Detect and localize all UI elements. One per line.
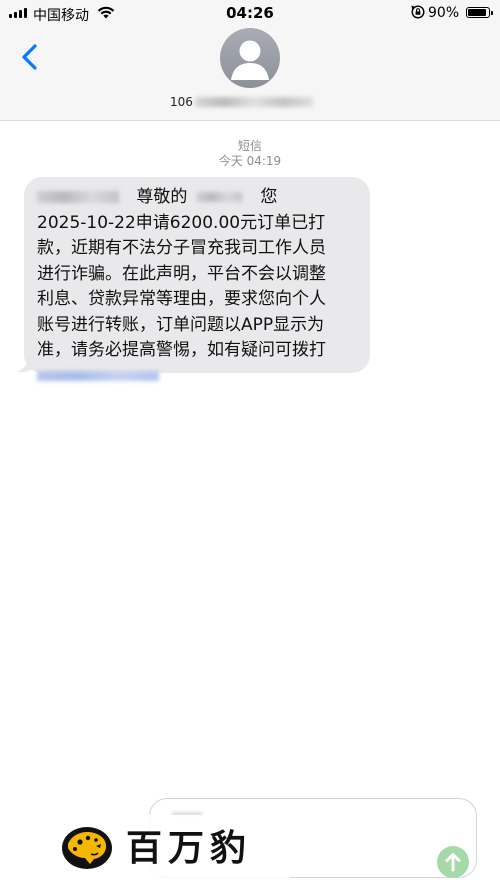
person-icon [231,40,269,80]
bubble-tail [17,352,36,373]
rotation-lock-icon [411,5,425,23]
clock: 04:26 [226,4,274,22]
leopard-logo-icon [60,824,116,872]
watermark-text: 百万豹 [126,827,253,869]
arrow-up-icon [445,853,461,872]
contact-avatar[interactable] [220,28,280,88]
redacted-number [194,97,313,107]
battery-percentage: 90% [428,5,460,21]
message-greeting: 尊敬的 [136,187,188,207]
redacted-sender [37,191,119,203]
message-line-1: 尊敬的 您 [37,185,367,211]
contact-number[interactable]: 106 [170,94,330,110]
chevron-left-icon [22,44,37,70]
message-line-last [37,364,367,390]
redacted-phone-link[interactable] [37,370,159,381]
status-bar: 中国移动 04:26 90% [0,0,500,26]
send-button[interactable] [437,846,469,878]
message-line: 准，请务必提高警惕，如有疑问可拨打 [37,340,326,360]
message-text: 尊敬的 您 2025-10-22申请6200.00元订单已打 款，近期有不法分子冒… [37,185,367,389]
message-line: 利息、贷款异常等理由，要求您向个人 [37,289,326,309]
contact-number-prefix: 106 [170,95,193,109]
redacted-name [197,192,243,202]
message-greeting-end: 您 [260,187,278,207]
back-button[interactable] [18,42,44,72]
message-line: 进行诈骗。在此声明，平台不会以调整 [37,263,326,284]
battery-icon [466,7,493,18]
battery-fill [468,9,486,16]
message-line: 2025-10-22申请6200.00元订单已打 [37,212,326,233]
message-line: 账号进行转账，订单问题以APP显示为 [37,314,325,335]
message-line: 款，近期有不法分子冒充我司工作人员 [37,238,326,258]
message-timestamp: 今天 04:19 [218,154,282,168]
